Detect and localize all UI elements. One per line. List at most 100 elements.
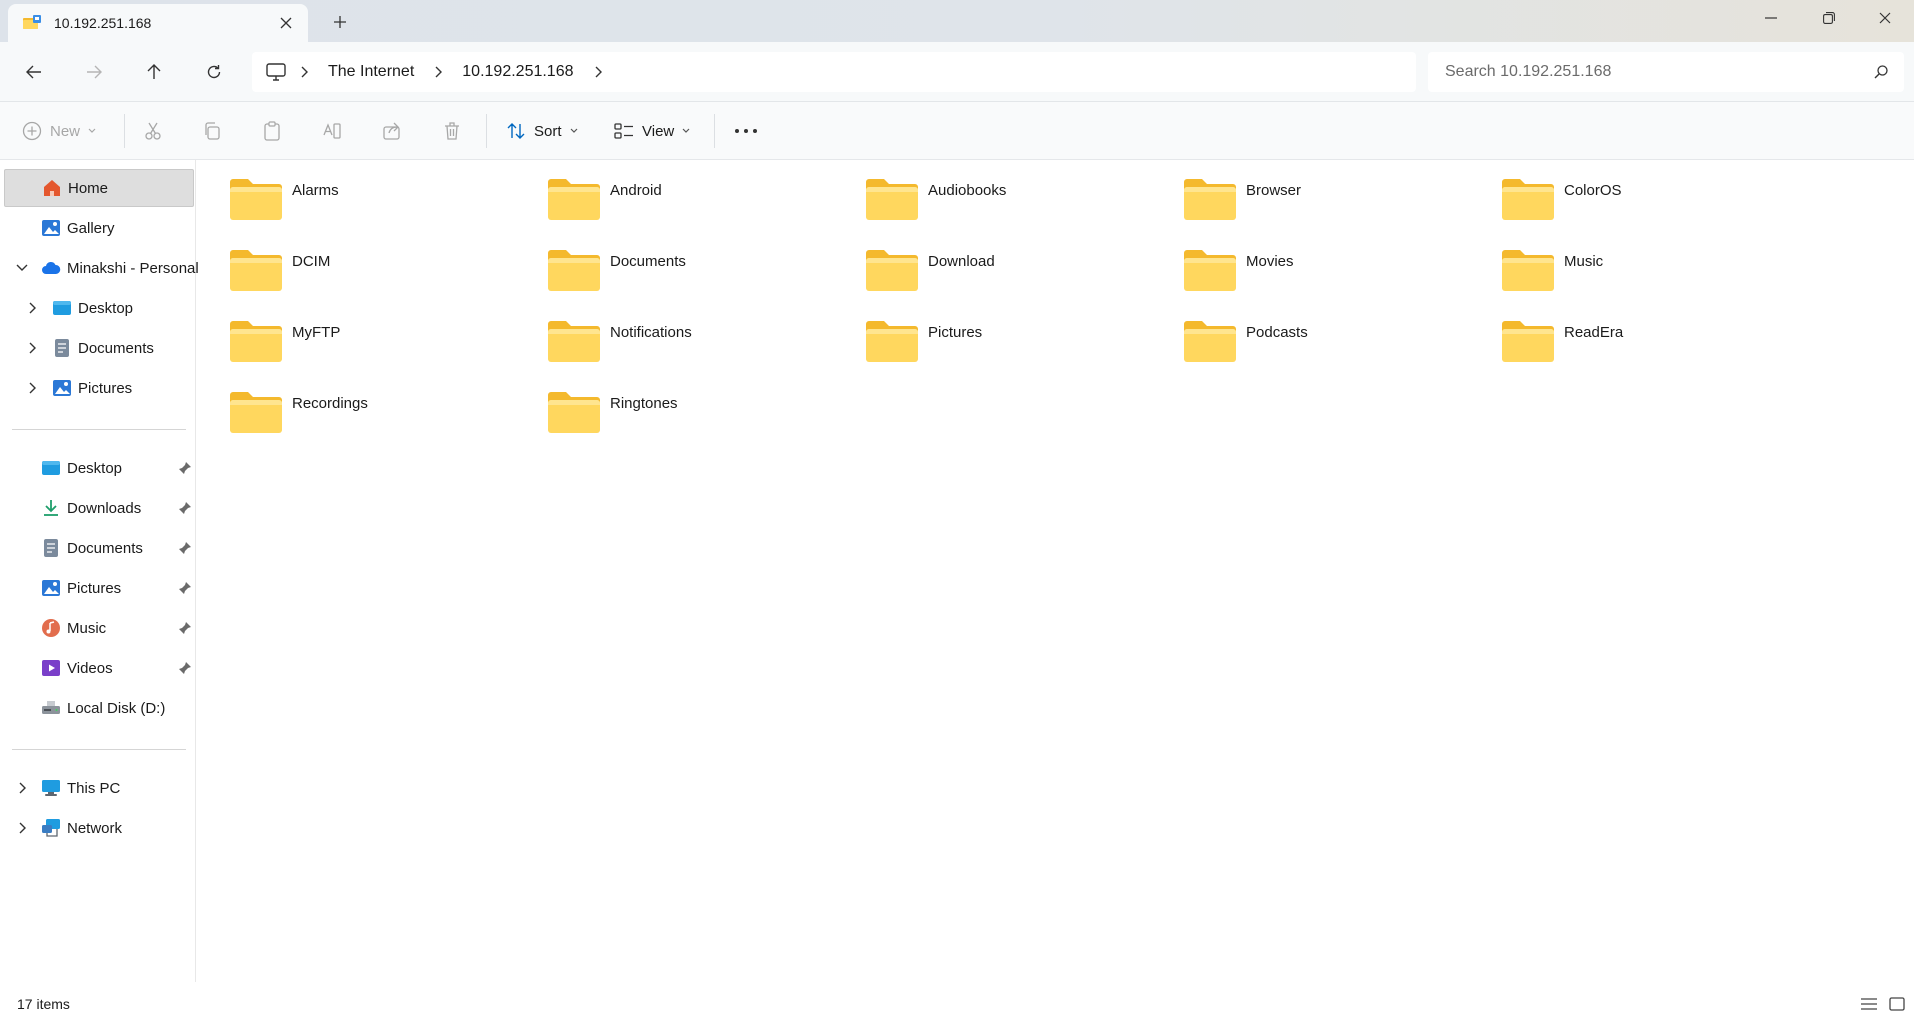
- sidebar-item-quick-downloads[interactable]: Downloads: [4, 489, 194, 527]
- folder-name: MyFTP: [292, 324, 341, 341]
- sidebar-item-network[interactable]: Network: [4, 809, 194, 847]
- navigation-bar: The Internet 10.192.251.168: [0, 42, 1914, 102]
- folder-icon: [548, 250, 600, 291]
- sidebar-item-label: Desktop: [78, 299, 134, 317]
- share-icon: [383, 122, 400, 140]
- folder-name: Documents: [610, 253, 686, 270]
- chevron-right-icon[interactable]: [24, 340, 40, 356]
- close-window-button[interactable]: [1856, 0, 1914, 36]
- folder-item[interactable]: Movies: [1154, 231, 1454, 291]
- sidebar-item-quick-documents[interactable]: Documents: [4, 529, 194, 567]
- pin-icon[interactable]: [178, 661, 192, 675]
- sidebar-item-this-pc[interactable]: This PC: [4, 769, 194, 807]
- folder-item[interactable]: Audiobooks: [836, 160, 1136, 220]
- pin-icon[interactable]: [178, 461, 192, 475]
- folder-item[interactable]: Pictures: [836, 302, 1136, 362]
- arrow-up-icon: [147, 64, 161, 79]
- sidebar-item-local-disk[interactable]: Local Disk (D:): [4, 689, 194, 727]
- videos-icon: [42, 660, 60, 676]
- sidebar-item-quick-videos[interactable]: Videos: [4, 649, 194, 687]
- more-icon: [735, 129, 757, 133]
- folder-item[interactable]: Recordings: [200, 373, 500, 433]
- folder-icon: [1184, 179, 1236, 220]
- sidebar-item-onedrive-pictures[interactable]: Pictures: [4, 369, 194, 407]
- separator: [12, 429, 186, 430]
- copy-button[interactable]: [202, 112, 222, 150]
- address-bar[interactable]: The Internet 10.192.251.168: [252, 52, 1416, 92]
- chevron-right-icon[interactable]: [14, 780, 30, 796]
- pin-icon[interactable]: [178, 541, 192, 555]
- chevron-right-icon[interactable]: [424, 62, 452, 82]
- sidebar-item-label: Local Disk (D:): [67, 699, 166, 717]
- folder-item[interactable]: Music: [1472, 231, 1772, 291]
- sidebar-item-label: Documents: [78, 339, 154, 357]
- command-bar: New Sort View: [0, 102, 1914, 160]
- tab-active[interactable]: 10.192.251.168: [8, 4, 308, 42]
- folder-item[interactable]: ReadEra: [1472, 302, 1772, 362]
- refresh-button[interactable]: [196, 54, 232, 90]
- folder-icon: [1184, 250, 1236, 291]
- folder-item[interactable]: DCIM: [200, 231, 500, 291]
- details-view-icon[interactable]: [1860, 996, 1878, 1012]
- tiles-view-icon[interactable]: [1888, 996, 1906, 1012]
- desktop-icon: [42, 461, 60, 475]
- sidebar-item-gallery[interactable]: Gallery: [4, 209, 194, 247]
- delete-button[interactable]: [442, 112, 462, 150]
- sidebar-item-onedrive-desktop[interactable]: Desktop: [4, 289, 194, 327]
- close-tab-button[interactable]: [274, 11, 298, 35]
- rename-button[interactable]: [322, 112, 342, 150]
- pin-icon[interactable]: [178, 501, 192, 515]
- view-button[interactable]: View: [614, 112, 690, 150]
- sidebar-item-onedrive-documents[interactable]: Documents: [4, 329, 194, 367]
- sidebar-item-quick-pictures[interactable]: Pictures: [4, 569, 194, 607]
- folder-item[interactable]: Documents: [518, 231, 818, 291]
- folder-item[interactable]: Ringtones: [518, 373, 818, 433]
- folder-item[interactable]: Download: [836, 231, 1136, 291]
- sort-button[interactable]: Sort: [506, 112, 578, 150]
- breadcrumb-current-host[interactable]: 10.192.251.168: [456, 63, 579, 81]
- chevron-right-icon[interactable]: [24, 300, 40, 316]
- minimize-icon: [1765, 17, 1777, 19]
- pin-icon[interactable]: [178, 581, 192, 595]
- folder-item[interactable]: MyFTP: [200, 302, 500, 362]
- search-input[interactable]: [1445, 63, 1874, 81]
- folder-item[interactable]: Notifications: [518, 302, 818, 362]
- chevron-right-icon[interactable]: [24, 380, 40, 396]
- folder-name: ReadEra: [1564, 324, 1624, 341]
- folder-item[interactable]: Browser: [1154, 160, 1454, 220]
- more-options-button[interactable]: [734, 112, 758, 150]
- sidebar-item-home[interactable]: Home: [4, 169, 194, 207]
- close-icon: [280, 17, 292, 29]
- search-icon[interactable]: [1874, 65, 1888, 79]
- sidebar-item-quick-desktop[interactable]: Desktop: [4, 449, 194, 487]
- folder-item[interactable]: ColorOS: [1472, 160, 1772, 220]
- sidebar-item-onedrive[interactable]: Minakshi - Personal: [4, 249, 199, 287]
- paste-button[interactable]: [262, 112, 282, 150]
- folder-item[interactable]: Alarms: [200, 160, 500, 220]
- folder-name: Alarms: [292, 182, 339, 199]
- new-tab-button[interactable]: [328, 10, 352, 34]
- folder-icon: [866, 250, 918, 291]
- restore-button[interactable]: [1800, 0, 1858, 36]
- minimize-button[interactable]: [1742, 0, 1800, 36]
- chevron-right-icon[interactable]: [290, 62, 318, 82]
- back-button[interactable]: [16, 54, 52, 90]
- chevron-right-icon[interactable]: [14, 820, 30, 836]
- sidebar-item-label: Pictures: [78, 379, 133, 397]
- cut-button[interactable]: [143, 112, 163, 150]
- folder-item[interactable]: Android: [518, 160, 818, 220]
- close-icon: [1879, 12, 1891, 24]
- new-button[interactable]: New: [22, 112, 96, 150]
- chevron-down-icon[interactable]: [14, 260, 30, 276]
- forward-button[interactable]: [76, 54, 112, 90]
- cloud-icon: [42, 261, 61, 274]
- chevron-right-icon[interactable]: [584, 62, 612, 82]
- share-button[interactable]: [382, 112, 402, 150]
- up-button[interactable]: [136, 54, 172, 90]
- breadcrumb-the-internet[interactable]: The Internet: [322, 63, 420, 81]
- sidebar-item-quick-music[interactable]: Music: [4, 609, 194, 647]
- copy-icon: [205, 122, 220, 140]
- pin-icon[interactable]: [178, 621, 192, 635]
- folder-item[interactable]: Podcasts: [1154, 302, 1454, 362]
- folder-name: Download: [928, 253, 995, 270]
